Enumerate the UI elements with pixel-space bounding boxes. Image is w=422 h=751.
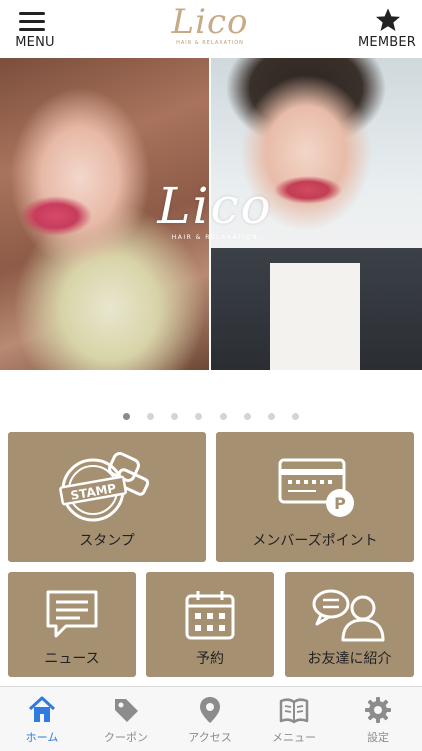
tab-settings[interactable]: 設定	[336, 687, 420, 751]
tab-coupon[interactable]: クーポン	[84, 687, 168, 751]
news-tile-label: ニュース	[44, 651, 100, 667]
book-icon	[279, 698, 309, 724]
stamp-tile-label: スタンプ	[79, 533, 135, 549]
news-icon	[46, 590, 98, 638]
member-button[interactable]: MEMBER	[352, 6, 422, 54]
news-tile[interactable]: ニュース	[8, 572, 136, 677]
hero-carousel[interactable]: Lico HAIR & RELAXATION	[0, 58, 422, 370]
svg-text:P: P	[334, 494, 346, 513]
home-icon	[28, 696, 56, 722]
member-points-tile[interactable]: P メンバーズポイント	[216, 432, 414, 562]
pagination-dot[interactable]	[147, 413, 155, 420]
tab-home[interactable]: ホーム	[0, 687, 84, 751]
map-pin-icon	[200, 697, 220, 723]
tab-settings-label: 設定	[367, 731, 389, 744]
refer-friend-icon	[312, 589, 385, 642]
reservation-tile[interactable]: 予約	[146, 572, 274, 677]
bottom-tab-bar: ホーム クーポン アクセス メニュー 設定	[0, 686, 422, 751]
tab-access-label: アクセス	[188, 731, 232, 744]
star-icon	[375, 8, 401, 31]
pagination-dot[interactable]	[195, 413, 203, 420]
menu-label: MENU	[15, 35, 55, 50]
logo-subtitle: HAIR & RELAXATION	[176, 40, 244, 46]
stamp-tile[interactable]: STAMP スタンプ	[8, 432, 206, 562]
logo-text: Lico	[171, 2, 249, 42]
reservation-tile-label: 予約	[196, 651, 224, 667]
pagination-dot[interactable]	[171, 413, 179, 420]
tab-menu[interactable]: メニュー	[252, 687, 336, 751]
hamburger-icon	[19, 12, 45, 32]
refer-friend-tile-label: お友達に紹介	[307, 651, 392, 667]
tab-menu-label: メニュー	[272, 731, 316, 744]
tab-coupon-label: クーポン	[104, 731, 148, 744]
hero-logo-text: Lico	[157, 177, 273, 235]
menu-button[interactable]: MENU	[0, 6, 70, 54]
hero-logo-subtitle: HAIR & RELAXATION	[171, 234, 259, 241]
tab-home-label: ホーム	[25, 731, 59, 744]
refer-friend-tile[interactable]: お友達に紹介	[285, 572, 414, 677]
member-points-tile-label: メンバーズポイント	[252, 533, 378, 549]
hero-logo: Lico HAIR & RELAXATION	[130, 178, 300, 241]
brand-logo: Lico HAIR & RELAXATION	[150, 2, 270, 56]
tab-access[interactable]: アクセス	[168, 687, 252, 751]
tag-icon	[115, 699, 138, 722]
pagination-dot[interactable]	[291, 413, 299, 420]
stamp-icon: STAMP	[59, 452, 150, 522]
pagination-dot[interactable]	[243, 413, 251, 420]
pagination-dot[interactable]	[267, 413, 275, 420]
pagination-dot[interactable]	[123, 413, 131, 420]
hero-photo-right-shirt	[270, 263, 360, 370]
member-label: MEMBER	[357, 35, 416, 50]
app-header: MENU Lico HAIR & RELAXATION MEMBER	[0, 0, 422, 58]
carousel-pagination	[0, 405, 422, 420]
gear-icon	[365, 697, 391, 723]
calendar-icon	[185, 591, 235, 640]
points-card-icon: P	[278, 458, 354, 517]
pagination-dot[interactable]	[219, 413, 227, 420]
